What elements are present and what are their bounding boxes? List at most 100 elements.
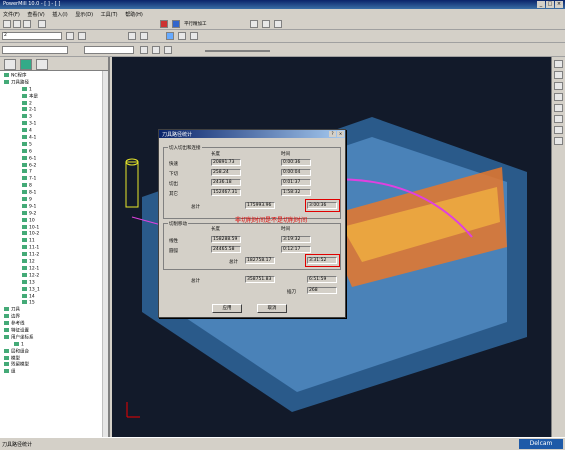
tree-item[interactable]: 2-1 xyxy=(0,107,108,114)
view-front-icon[interactable] xyxy=(554,71,563,79)
toolpath-node-icon xyxy=(22,107,27,112)
tool-icon[interactable] xyxy=(274,20,282,28)
play-icon[interactable] xyxy=(140,46,148,54)
tree-item[interactable]: 9-1 xyxy=(0,203,108,211)
minimize-button[interactable]: _ xyxy=(537,1,545,8)
workplane-icon[interactable] xyxy=(262,20,270,28)
tree-item[interactable]: 7-1 xyxy=(0,176,108,183)
tree-item[interactable]: 8-1 xyxy=(0,190,108,197)
zoom-icon[interactable] xyxy=(178,32,186,40)
view-icon[interactable] xyxy=(66,32,74,40)
view-iso-icon[interactable] xyxy=(554,93,563,101)
explorer-tab-icon[interactable] xyxy=(4,59,16,70)
machining-icon[interactable] xyxy=(160,20,168,28)
tree-item[interactable]: 5 xyxy=(0,141,108,149)
tree-item[interactable]: 11-1 xyxy=(0,245,108,252)
tree-item[interactable]: 本是 xyxy=(0,93,108,101)
save-icon[interactable] xyxy=(23,20,31,28)
tree-item-label: 6-1 xyxy=(29,156,37,162)
pan-icon[interactable] xyxy=(78,32,86,40)
toolpath-node-icon xyxy=(22,135,27,140)
tree-item[interactable]: 13 xyxy=(0,279,108,287)
tree-item[interactable]: 6-1 xyxy=(0,155,108,163)
tree-item[interactable]: 7 xyxy=(0,169,108,176)
toolpath-node-icon xyxy=(22,203,27,208)
tree-item[interactable]: 残留模型 xyxy=(0,362,108,369)
tree-item[interactable]: 6 xyxy=(0,148,108,156)
tree-item[interactable]: 特征设置 xyxy=(0,327,108,335)
toolpath-node-icon xyxy=(4,362,9,367)
tree-item-label: 11-1 xyxy=(29,245,40,251)
tree-item[interactable]: 13_1 xyxy=(0,286,108,294)
view-top-icon[interactable] xyxy=(554,60,563,68)
shading-icon[interactable] xyxy=(554,137,563,145)
tree-item[interactable]: 6-2 xyxy=(0,162,108,170)
tree-item[interactable]: 参考线 xyxy=(0,321,108,328)
machining-label[interactable]: 平行精加工 xyxy=(184,21,207,27)
tree-item[interactable]: NC程序 xyxy=(0,73,108,80)
tree-item[interactable]: 12-1 xyxy=(0,265,108,273)
tree-item-label: 10 xyxy=(29,218,35,224)
tree-item[interactable]: 1 xyxy=(0,86,108,94)
cancel-button[interactable]: 取消 xyxy=(257,304,287,313)
tree-item-label: 9-1 xyxy=(29,204,37,210)
step-icon[interactable] xyxy=(152,46,160,54)
tree-item[interactable]: 2 xyxy=(0,100,108,108)
wireframe-icon[interactable] xyxy=(140,32,148,40)
tree-item[interactable]: 刀具路径 xyxy=(0,79,108,87)
tree-item[interactable]: 15 xyxy=(0,300,108,307)
tree-item[interactable]: 4-1 xyxy=(0,135,108,142)
zoom-in-icon[interactable] xyxy=(554,104,563,112)
secondary-toolbar: 2 xyxy=(0,30,565,43)
new-icon[interactable] xyxy=(3,20,11,28)
tree-item[interactable]: 12 xyxy=(0,259,108,266)
close-button[interactable]: × xyxy=(555,1,563,8)
strategy-icon[interactable] xyxy=(250,20,258,28)
tree-item[interactable]: 10-1 xyxy=(0,224,108,232)
tree-item[interactable]: 14 xyxy=(0,293,108,301)
print-icon[interactable] xyxy=(38,20,46,28)
dialog-close-button[interactable]: × xyxy=(337,131,344,137)
tree-item[interactable]: 4 xyxy=(0,128,108,135)
tree-item[interactable]: 10 xyxy=(0,217,108,225)
tree-item-label: 3 xyxy=(29,114,32,120)
tree-item[interactable]: 11 xyxy=(0,238,108,245)
tree-item[interactable]: 用户坐标系 xyxy=(0,334,108,342)
refresh-icon[interactable] xyxy=(554,126,563,134)
toolpath-combo[interactable] xyxy=(84,46,134,54)
blank-tab-icon[interactable] xyxy=(36,59,48,70)
tree-item[interactable]: 12-2 xyxy=(0,272,108,280)
tree-item[interactable]: 边界 xyxy=(0,314,108,321)
status-text: 刀具路径统计 xyxy=(2,442,33,448)
stop-icon[interactable] xyxy=(164,46,172,54)
tree-item[interactable]: 9-2 xyxy=(0,210,108,218)
isometric-icon[interactable] xyxy=(166,32,174,40)
maximize-button[interactable]: □ xyxy=(546,1,554,8)
zoom-out-icon[interactable] xyxy=(554,115,563,123)
tree-item[interactable]: 层和组合 xyxy=(0,348,108,356)
open-icon[interactable] xyxy=(13,20,21,28)
tree-item[interactable]: 8 xyxy=(0,183,108,190)
help-button[interactable]: ? xyxy=(329,131,336,137)
speed-slider[interactable] xyxy=(205,50,270,52)
tree-item[interactable]: 11-2 xyxy=(0,252,108,259)
view-side-icon[interactable] xyxy=(554,82,563,90)
toolpath-icon[interactable] xyxy=(172,20,180,28)
explorer-scrollbar[interactable] xyxy=(102,71,108,437)
ok-button[interactable]: 应用 xyxy=(212,304,242,313)
tree-item[interactable]: 1 xyxy=(0,341,108,349)
tree-item[interactable]: 刀具 xyxy=(0,307,108,314)
tree-item[interactable]: 3-1 xyxy=(0,121,108,128)
tool-combo[interactable] xyxy=(2,46,68,54)
tree-item[interactable]: 组 xyxy=(0,369,108,376)
rapid-time: 0:00:36 xyxy=(281,159,311,166)
tree-item[interactable]: 3 xyxy=(0,114,108,121)
toolpath-node-icon xyxy=(4,348,9,353)
tree-item[interactable]: 模型 xyxy=(0,355,108,363)
tree-item[interactable]: 10-2 xyxy=(0,231,108,238)
globe-icon[interactable] xyxy=(20,59,32,70)
zoom-fit-icon[interactable] xyxy=(190,32,198,40)
shade-icon[interactable] xyxy=(128,32,136,40)
tree-item[interactable]: 9 xyxy=(0,197,108,204)
combo-selector[interactable]: 2 xyxy=(2,32,62,40)
